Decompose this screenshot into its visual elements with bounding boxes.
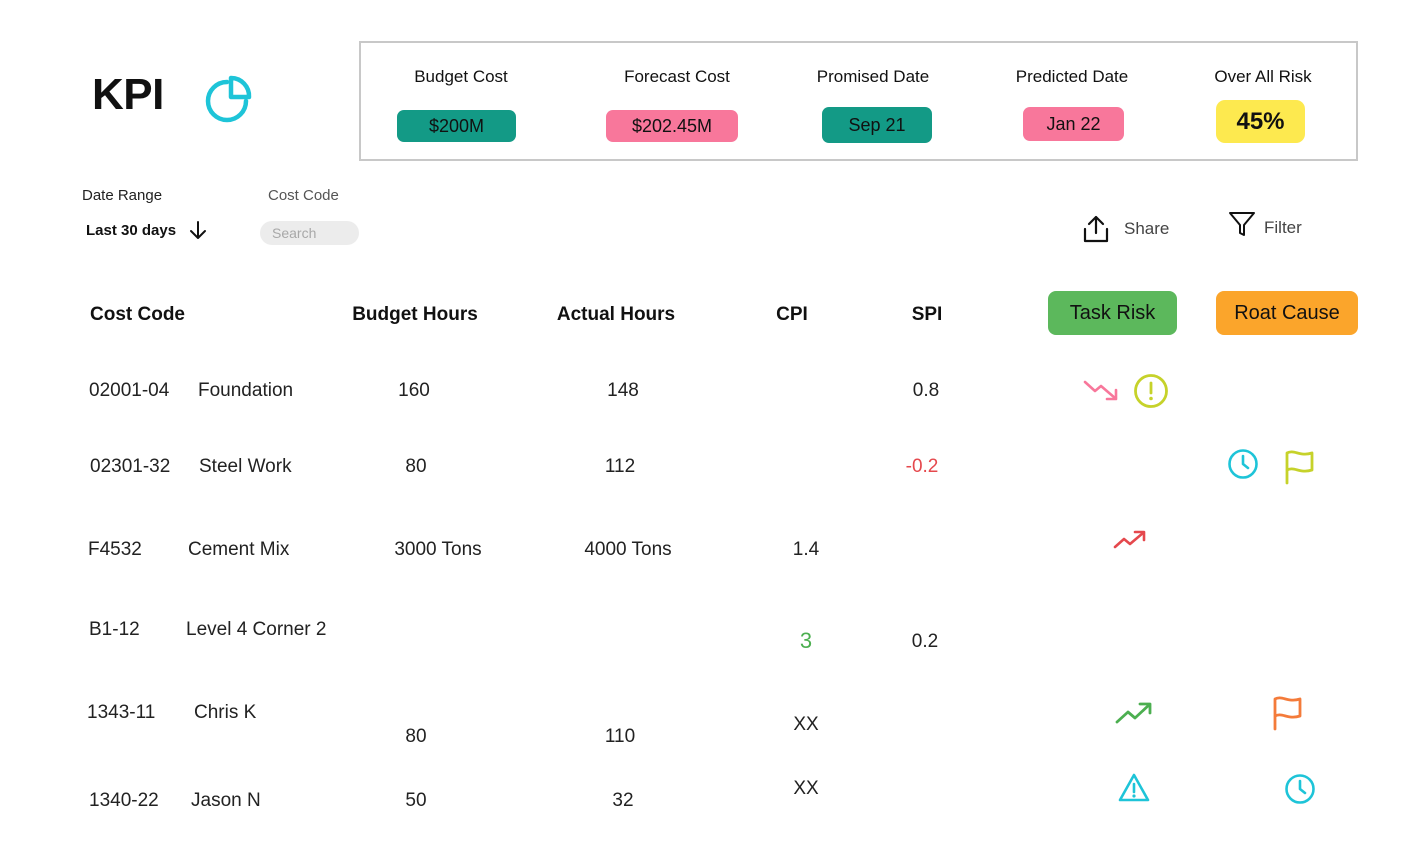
row-2-code: 02301-32	[90, 456, 171, 477]
row-6-budget: 50	[405, 790, 427, 811]
column-header-budget-hours: Budget Hours	[352, 304, 478, 325]
alert-circle-icon	[1134, 374, 1168, 408]
overall-risk-label: Over All Risk	[1214, 67, 1312, 86]
row-6-cpi: XX	[793, 778, 819, 799]
row-2-name: Steel Work	[199, 456, 292, 477]
filter-button[interactable]: Filter	[1228, 210, 1302, 238]
row-3-cpi: 1.4	[792, 539, 820, 560]
column-header-cost-code: Cost Code	[90, 304, 185, 325]
page-title: KPI	[92, 70, 164, 119]
filter-label: Filter	[1264, 218, 1302, 237]
row-5-cpi: XX	[793, 714, 819, 735]
share-button[interactable]: Share	[1082, 214, 1169, 244]
promised-date-value: Sep 21	[822, 107, 932, 143]
row-2-spi: -0.2	[905, 456, 939, 477]
cost-code-label: Cost Code	[268, 187, 339, 204]
budget-cost-label: Budget Cost	[414, 67, 508, 86]
filter-icon	[1229, 212, 1255, 236]
forecast-cost-label: Forecast Cost	[624, 67, 730, 86]
trend-down-icon	[1083, 380, 1118, 401]
search-input[interactable]	[260, 221, 359, 245]
predicted-date-value: Jan 22	[1023, 107, 1124, 141]
predicted-date-label: Predicted Date	[1015, 67, 1129, 86]
pie-chart-icon	[205, 75, 252, 123]
row-1-budget: 160	[398, 380, 430, 401]
flag-icon	[1285, 450, 1314, 485]
root-cause-button[interactable]: Roat Cause	[1216, 291, 1358, 335]
row-3-code: F4532	[88, 539, 142, 560]
budget-cost-value: $200M	[397, 110, 516, 142]
row-1-name: Foundation	[198, 380, 294, 401]
row-6-actual: 32	[612, 790, 634, 811]
task-risk-button[interactable]: Task Risk	[1048, 291, 1177, 335]
clock-icon	[1228, 449, 1258, 479]
row-6-code: 1340-22	[89, 790, 159, 811]
row-1-actual: 148	[607, 380, 639, 401]
clock-icon	[1285, 774, 1315, 804]
row-4-cpi: 3	[799, 628, 813, 653]
row-3-name: Cement Mix	[188, 539, 290, 560]
row-3-budget: 3000 Tons	[394, 539, 482, 560]
trend-up-icon	[1115, 702, 1152, 724]
column-header-actual-hours: Actual Hours	[556, 304, 676, 325]
row-5-budget: 80	[405, 726, 427, 747]
warning-triangle-icon	[1118, 773, 1150, 802]
row-1-spi: 0.8	[912, 380, 940, 401]
row-3-actual: 4000 Tons	[584, 539, 672, 560]
date-range-dropdown[interactable]: Last 30 days	[86, 219, 208, 241]
row-6-name: Jason N	[191, 790, 261, 811]
row-2-actual: 112	[604, 456, 636, 477]
column-header-cpi: CPI	[776, 304, 808, 325]
flag-icon	[1273, 696, 1302, 731]
arrow-down-icon	[190, 221, 207, 239]
row-5-actual: 110	[604, 726, 636, 747]
share-icon	[1083, 215, 1109, 243]
row-4-name: Level 4 Corner 2	[186, 619, 327, 640]
row-1-code: 02001-04	[89, 380, 170, 401]
trend-up-icon	[1113, 530, 1146, 549]
overall-risk-value: 45%	[1216, 100, 1305, 143]
date-range-label: Date Range	[82, 187, 163, 204]
column-header-spi: SPI	[911, 304, 943, 325]
row-2-budget: 80	[405, 456, 427, 477]
summary-panel	[359, 41, 1358, 161]
row-4-code: B1-12	[89, 619, 140, 640]
row-4-spi: 0.2	[911, 631, 939, 652]
share-label: Share	[1124, 219, 1170, 238]
row-5-name: Chris K	[194, 702, 257, 723]
promised-date-label: Promised Date	[816, 67, 930, 86]
forecast-cost-value: $202.45M	[606, 110, 738, 142]
row-5-code: 1343-11	[87, 702, 156, 723]
date-range-value: Last 30 days	[86, 221, 177, 239]
